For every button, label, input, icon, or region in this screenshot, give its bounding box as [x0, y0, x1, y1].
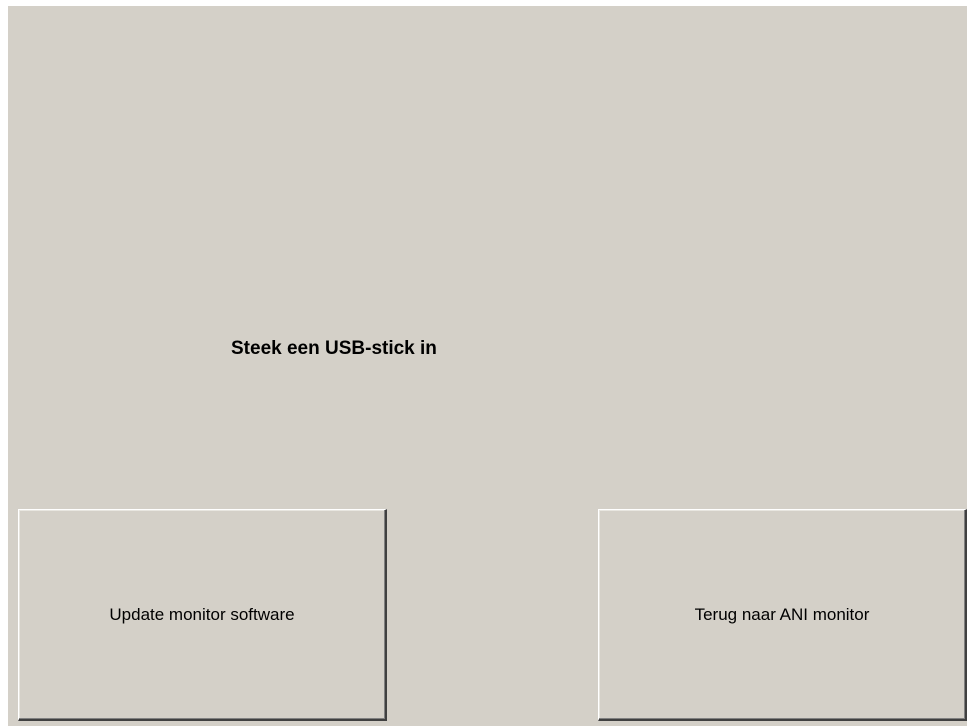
- main-panel: Steek een USB-stick in Update monitor so…: [8, 6, 967, 726]
- status-message: Steek een USB-stick in: [231, 338, 437, 359]
- update-monitor-software-label: Update monitor software: [109, 604, 295, 624]
- update-monitor-software-button[interactable]: Update monitor software: [18, 509, 387, 721]
- back-to-ani-monitor-button[interactable]: Terug naar ANI monitor: [598, 509, 967, 721]
- back-to-ani-monitor-label: Terug naar ANI monitor: [694, 604, 870, 624]
